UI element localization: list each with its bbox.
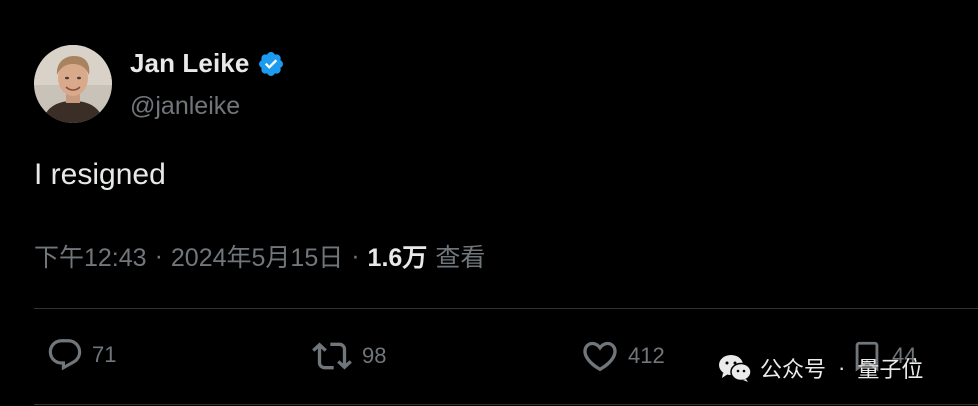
divider	[34, 308, 978, 309]
retweet-button[interactable]: 98	[310, 336, 386, 376]
watermark-dot: ·	[838, 355, 846, 380]
retweet-count: 98	[362, 343, 387, 368]
tweet-date[interactable]: 2024年5月15日	[171, 238, 343, 274]
watermark: 公众号 · 量子位	[718, 352, 923, 384]
author-display-name[interactable]: Jan Leike	[130, 48, 249, 79]
reply-count: 71	[92, 342, 117, 367]
bottom-divider	[34, 404, 978, 405]
heart-icon	[583, 341, 617, 372]
avatar-photo	[34, 45, 112, 123]
reply-button[interactable]: 71	[46, 336, 116, 374]
wechat-icon	[719, 355, 752, 382]
meta-separator: ·	[351, 241, 360, 270]
views-label: 查看	[435, 244, 486, 272]
like-button[interactable]: 412	[580, 336, 665, 376]
avatar[interactable]	[34, 45, 112, 123]
author-name-row: Jan Leike	[130, 48, 285, 79]
meta-separator: ·	[154, 241, 163, 270]
like-count: 412	[628, 343, 665, 368]
tweet-card: Jan Leike @janleike I resigned 下午12:43 ·…	[0, 0, 978, 406]
watermark-brand: 量子位	[857, 357, 924, 382]
watermark-app-label: 公众号	[760, 357, 827, 382]
views-count[interactable]: 1.6万	[368, 238, 428, 274]
retweet-icon	[312, 342, 352, 370]
tweet-text: I resigned	[34, 158, 166, 191]
author-handle[interactable]: @janleike	[130, 92, 240, 121]
tweet-meta: 下午12:43 · 2024年5月15日 · 1.6万 查看	[34, 238, 485, 274]
reply-icon	[48, 339, 82, 371]
verified-badge-icon[interactable]	[257, 50, 285, 78]
tweet-time[interactable]: 下午12:43	[34, 238, 147, 274]
